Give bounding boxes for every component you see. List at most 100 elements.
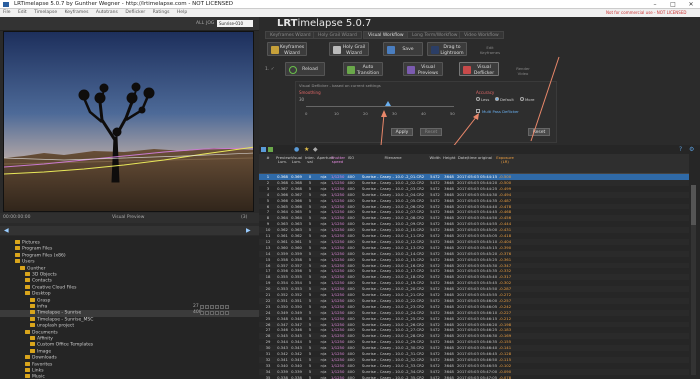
table-cell: 0.338 — [291, 374, 302, 379]
column-header[interactable]: # — [263, 155, 273, 160]
jog-label[interactable]: JOG — [206, 21, 214, 26]
tree-item-label: Music — [32, 374, 45, 379]
column-header[interactable]: ISO — [345, 155, 357, 160]
folder-icon — [15, 240, 20, 244]
menu-keyframes[interactable]: Keyframes — [65, 10, 89, 15]
window-title: LRTimelapse 5.0.7 by Gunther Wegner - ht… — [14, 1, 233, 7]
settings-icon[interactable]: ⚙ — [689, 146, 694, 153]
folder-icon — [20, 265, 25, 270]
column-header[interactable]: Date/time original — [457, 155, 493, 160]
tree-item-flags[interactable] — [200, 305, 230, 310]
arrow-head-multipass — [473, 113, 479, 120]
menu-timelapse[interactable]: Timelapse — [34, 10, 57, 15]
tree-item-label: Image — [37, 349, 52, 355]
folder-icon — [30, 310, 35, 315]
menu-deflicker[interactable]: Deflicker — [125, 10, 145, 15]
table-row[interactable]: 35 0.338 0.338 5 n/a 1/1250 400 Sunrise - Casey… — [259, 375, 689, 379]
menu-help[interactable]: Help — [177, 10, 187, 15]
tree-item-label: infra — [37, 304, 48, 310]
table-cell: 3648 — [444, 374, 454, 379]
folder-icon — [30, 316, 35, 321]
preview-toolbar: ALL JOG Sunrise-010 — [0, 17, 259, 31]
column-header[interactable]: Aperture — [317, 155, 334, 160]
tree-item-label: Favorites — [32, 362, 53, 368]
folder-icon — [25, 361, 30, 366]
arrow-head-slider — [381, 110, 387, 117]
column-header[interactable]: Filename — [359, 155, 427, 160]
folder-icon — [25, 272, 30, 276]
table-header: # Preview Lum. Visual Lum. Inter-val Apertur… — [259, 154, 689, 174]
table-cell: Sunrise - Casey - 10.0 -2_35.CR2 — [361, 374, 425, 379]
folder-icon — [25, 374, 30, 379]
tree-item-label: Gunther — [27, 266, 46, 272]
table-cell: 400 — [347, 374, 355, 379]
menu-edit[interactable]: Edit — [18, 10, 27, 15]
tree-item-flags[interactable] — [200, 311, 230, 316]
star-icon[interactable]: ★ — [304, 146, 309, 153]
image-table-area: ● ★ ◆ ? ⚙ # Preview Lum. Visual Lum. Inter-… — [259, 145, 700, 379]
table-scrollbar[interactable] — [691, 185, 696, 375]
right-arrow-icon[interactable]: ▶ — [246, 227, 251, 234]
tree-item-label: unsplash project — [37, 323, 75, 329]
column-header[interactable]: Preview Lum. — [276, 155, 291, 164]
minimize-button[interactable]: – — [646, 0, 664, 9]
tree-item-label: Creative Cloud Files — [32, 285, 77, 291]
preview-image[interactable] — [3, 31, 254, 212]
list-icon[interactable] — [268, 147, 273, 152]
preview-status-bar: 00:00:00:00 Visual Preview (3) — [0, 213, 259, 223]
close-button[interactable]: ✕ — [682, 0, 700, 9]
license-notice: Not for commercial use - NOT LICENSED — [606, 10, 687, 15]
table-cell: 35 — [265, 374, 271, 379]
folder-icon — [15, 259, 20, 264]
tree-item-label: Timelapse - Sunrise_MSC — [37, 317, 94, 323]
column-header[interactable]: Visual Lum. — [290, 155, 303, 164]
folder-icon — [25, 291, 30, 296]
tree-item-label: Program Files — [22, 246, 53, 252]
tree-item[interactable]: Music — [0, 374, 259, 379]
right-panel: LRTimelapse 5.0.7 Keyframes Wizard Holy … — [259, 17, 700, 379]
scrollbar-thumb[interactable] — [691, 185, 696, 225]
app-icon — [3, 2, 9, 7]
table-cell: 2017:05:03 05:47:05 — [457, 374, 498, 379]
tree-item-label: Downloads — [32, 355, 57, 361]
table-body: 1 0.368 0.369 0 n/a 1/1250 400 Sunrise - Casey … — [259, 174, 689, 379]
maximize-button[interactable]: □ — [664, 0, 682, 9]
menu-ratings[interactable]: Ratings — [153, 10, 170, 15]
folder-icon — [25, 284, 30, 289]
table-cell: 1/1250 — [331, 374, 345, 379]
column-header[interactable]: Inter-val — [304, 155, 316, 164]
folder-icon — [25, 329, 30, 334]
folder-tree[interactable]: Pictures Program Files Program Files (x86)… — [0, 236, 259, 379]
metadata-icon[interactable]: ● — [294, 146, 299, 153]
all-label[interactable]: ALL — [196, 21, 204, 26]
folder-icon — [30, 336, 35, 340]
tree-item-label: 3D Objects — [32, 272, 57, 278]
menu-autotrans[interactable]: Autotrans — [96, 10, 118, 15]
folder-icon — [30, 342, 35, 347]
column-header[interactable]: Width — [429, 155, 441, 160]
keyframe-icon[interactable]: ◆ — [313, 146, 318, 153]
tree-item-label: Contacts — [32, 278, 52, 284]
visual-preview-label: Visual Preview — [112, 215, 145, 220]
left-arrow-icon[interactable]: ◀ — [4, 227, 9, 234]
folder-icon — [30, 323, 35, 328]
table-cell: 5 — [308, 374, 312, 379]
tree-item-label: Affinity — [37, 336, 53, 342]
menu-bar: File Edit Timelapse Keyframes Autotrans … — [0, 9, 700, 17]
folder-icon — [25, 368, 30, 372]
help-icon[interactable]: ? — [679, 146, 682, 153]
column-header[interactable]: Shutter speed — [331, 155, 345, 164]
column-header[interactable]: Exposure (LR) — [495, 155, 515, 164]
arrow-to-table — [530, 56, 560, 142]
left-panel: ALL JOG Sunrise-010 00:00:00:00 Visual P… — [0, 17, 259, 379]
tree-item-label: Timelapse - Sunrise — [37, 310, 82, 316]
table-cell: n/a — [320, 374, 327, 379]
tree-item-label: Users — [22, 259, 35, 265]
grid-icon[interactable] — [261, 147, 266, 152]
table-cell: -0.078 — [498, 374, 512, 379]
folder-icon — [25, 355, 30, 360]
window-title-bar: LRTimelapse 5.0.7 by Gunther Wegner - ht… — [0, 0, 700, 9]
column-header[interactable]: Height — [443, 155, 456, 160]
preview-filename-field[interactable]: Sunrise-010 — [217, 20, 253, 27]
menu-file[interactable]: File — [3, 10, 11, 15]
